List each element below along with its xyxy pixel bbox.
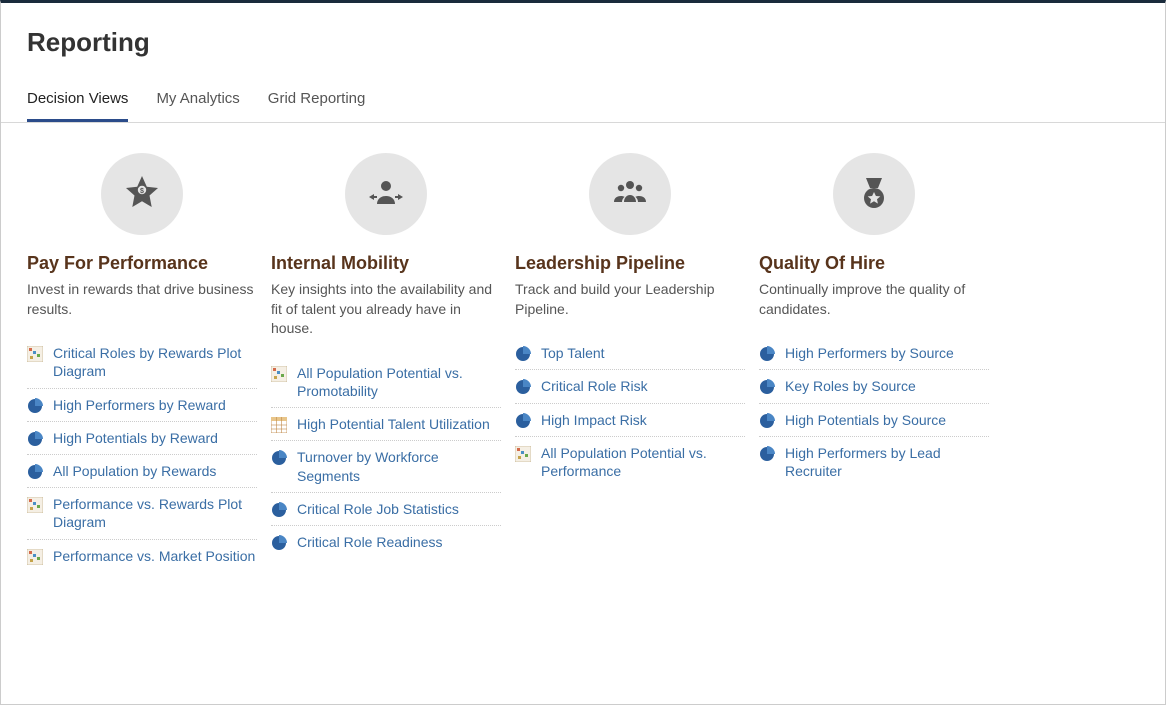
grid-icon — [271, 366, 287, 382]
pie-icon — [759, 379, 775, 395]
pie-icon — [515, 379, 531, 395]
category-column: Pay For Performance Invest in rewards tha… — [27, 153, 257, 572]
report-link-row: High Performers by Reward — [27, 389, 257, 422]
report-link-row: Critical Role Risk — [515, 370, 745, 403]
content-area: Pay For Performance Invest in rewards tha… — [1, 123, 1165, 602]
pie-icon — [515, 346, 531, 362]
category-description: Invest in rewards that drive business re… — [27, 280, 257, 319]
page-header: Reporting — [1, 3, 1165, 66]
pie-icon — [271, 535, 287, 551]
report-link[interactable]: High Performers by Source — [785, 344, 954, 362]
category-column: Quality Of Hire Continually improve the q… — [759, 153, 989, 487]
category-description: Continually improve the quality of candi… — [759, 280, 989, 319]
tab-bar: Decision Views My Analytics Grid Reporting — [1, 66, 1165, 123]
report-link-row: Critical Roles by Rewards Plot Diagram — [27, 337, 257, 388]
report-link[interactable]: High Potentials by Source — [785, 411, 946, 429]
category-description: Track and build your Leadership Pipeline… — [515, 280, 745, 319]
report-link-row: Critical Role Job Statistics — [271, 493, 501, 526]
report-link-row: Top Talent — [515, 337, 745, 370]
report-link[interactable]: Critical Role Job Statistics — [297, 500, 459, 518]
category-title: Leadership Pipeline — [515, 253, 745, 274]
report-link[interactable]: High Potentials by Reward — [53, 429, 218, 447]
report-link[interactable]: High Performers by Reward — [53, 396, 226, 414]
report-link[interactable]: High Impact Risk — [541, 411, 647, 429]
report-link-row: Performance vs. Rewards Plot Diagram — [27, 488, 257, 539]
report-link-row: High Performers by Lead Recruiter — [759, 437, 989, 487]
grid-icon — [27, 346, 43, 362]
category-title: Quality Of Hire — [759, 253, 989, 274]
pie-icon — [271, 450, 287, 466]
report-link-row: High Potentials by Reward — [27, 422, 257, 455]
report-link[interactable]: Turnover by Workforce Segments — [297, 448, 501, 484]
pie-icon — [759, 346, 775, 362]
page-title: Reporting — [27, 27, 1139, 58]
pie-icon — [271, 502, 287, 518]
report-link-row: High Impact Risk — [515, 404, 745, 437]
report-link-row: Key Roles by Source — [759, 370, 989, 403]
report-link[interactable]: Key Roles by Source — [785, 377, 916, 395]
tab-my-analytics[interactable]: My Analytics — [156, 82, 239, 122]
pie-icon — [27, 398, 43, 414]
report-link-row: All Population Potential vs. Promotabili… — [271, 357, 501, 408]
report-link[interactable]: Performance vs. Market Position — [53, 547, 255, 565]
category-description: Key insights into the availability and f… — [271, 280, 501, 339]
pie-icon — [27, 431, 43, 447]
report-link[interactable]: All Population Potential vs. Promotabili… — [297, 364, 501, 400]
report-link-row: All Population Potential vs. Performance — [515, 437, 745, 487]
grid-icon — [27, 497, 43, 513]
report-link[interactable]: All Population by Rewards — [53, 462, 216, 480]
pie-icon — [759, 413, 775, 429]
pie-icon — [515, 413, 531, 429]
report-link-row: High Performers by Source — [759, 337, 989, 370]
category-title: Pay For Performance — [27, 253, 257, 274]
report-link[interactable]: Critical Role Risk — [541, 377, 648, 395]
table-icon — [271, 417, 287, 433]
people-group-icon — [589, 153, 671, 235]
category-column: Leadership Pipeline Track and build your … — [515, 153, 745, 487]
report-link-row: Performance vs. Market Position — [27, 540, 257, 572]
category-title: Internal Mobility — [271, 253, 501, 274]
report-link-row: Turnover by Workforce Segments — [271, 441, 501, 492]
person-arrows-icon — [345, 153, 427, 235]
report-link-row: High Potentials by Source — [759, 404, 989, 437]
pie-icon — [759, 446, 775, 462]
star-dollar-icon — [101, 153, 183, 235]
medal-icon — [833, 153, 915, 235]
grid-icon — [515, 446, 531, 462]
report-link[interactable]: All Population Potential vs. Performance — [541, 444, 745, 480]
report-link[interactable]: Top Talent — [541, 344, 605, 362]
report-link[interactable]: Performance vs. Rewards Plot Diagram — [53, 495, 257, 531]
pie-icon — [27, 464, 43, 480]
grid-icon — [27, 549, 43, 565]
tab-grid-reporting[interactable]: Grid Reporting — [268, 82, 366, 122]
category-column: Internal Mobility Key insights into the a… — [271, 153, 501, 558]
tab-decision-views[interactable]: Decision Views — [27, 82, 128, 122]
report-link[interactable]: Critical Role Readiness — [297, 533, 443, 551]
report-link[interactable]: High Performers by Lead Recruiter — [785, 444, 989, 480]
report-link-row: Critical Role Readiness — [271, 526, 501, 558]
report-link-row: All Population by Rewards — [27, 455, 257, 488]
report-link[interactable]: Critical Roles by Rewards Plot Diagram — [53, 344, 257, 380]
report-link-row: High Potential Talent Utilization — [271, 408, 501, 441]
report-link[interactable]: High Potential Talent Utilization — [297, 415, 490, 433]
